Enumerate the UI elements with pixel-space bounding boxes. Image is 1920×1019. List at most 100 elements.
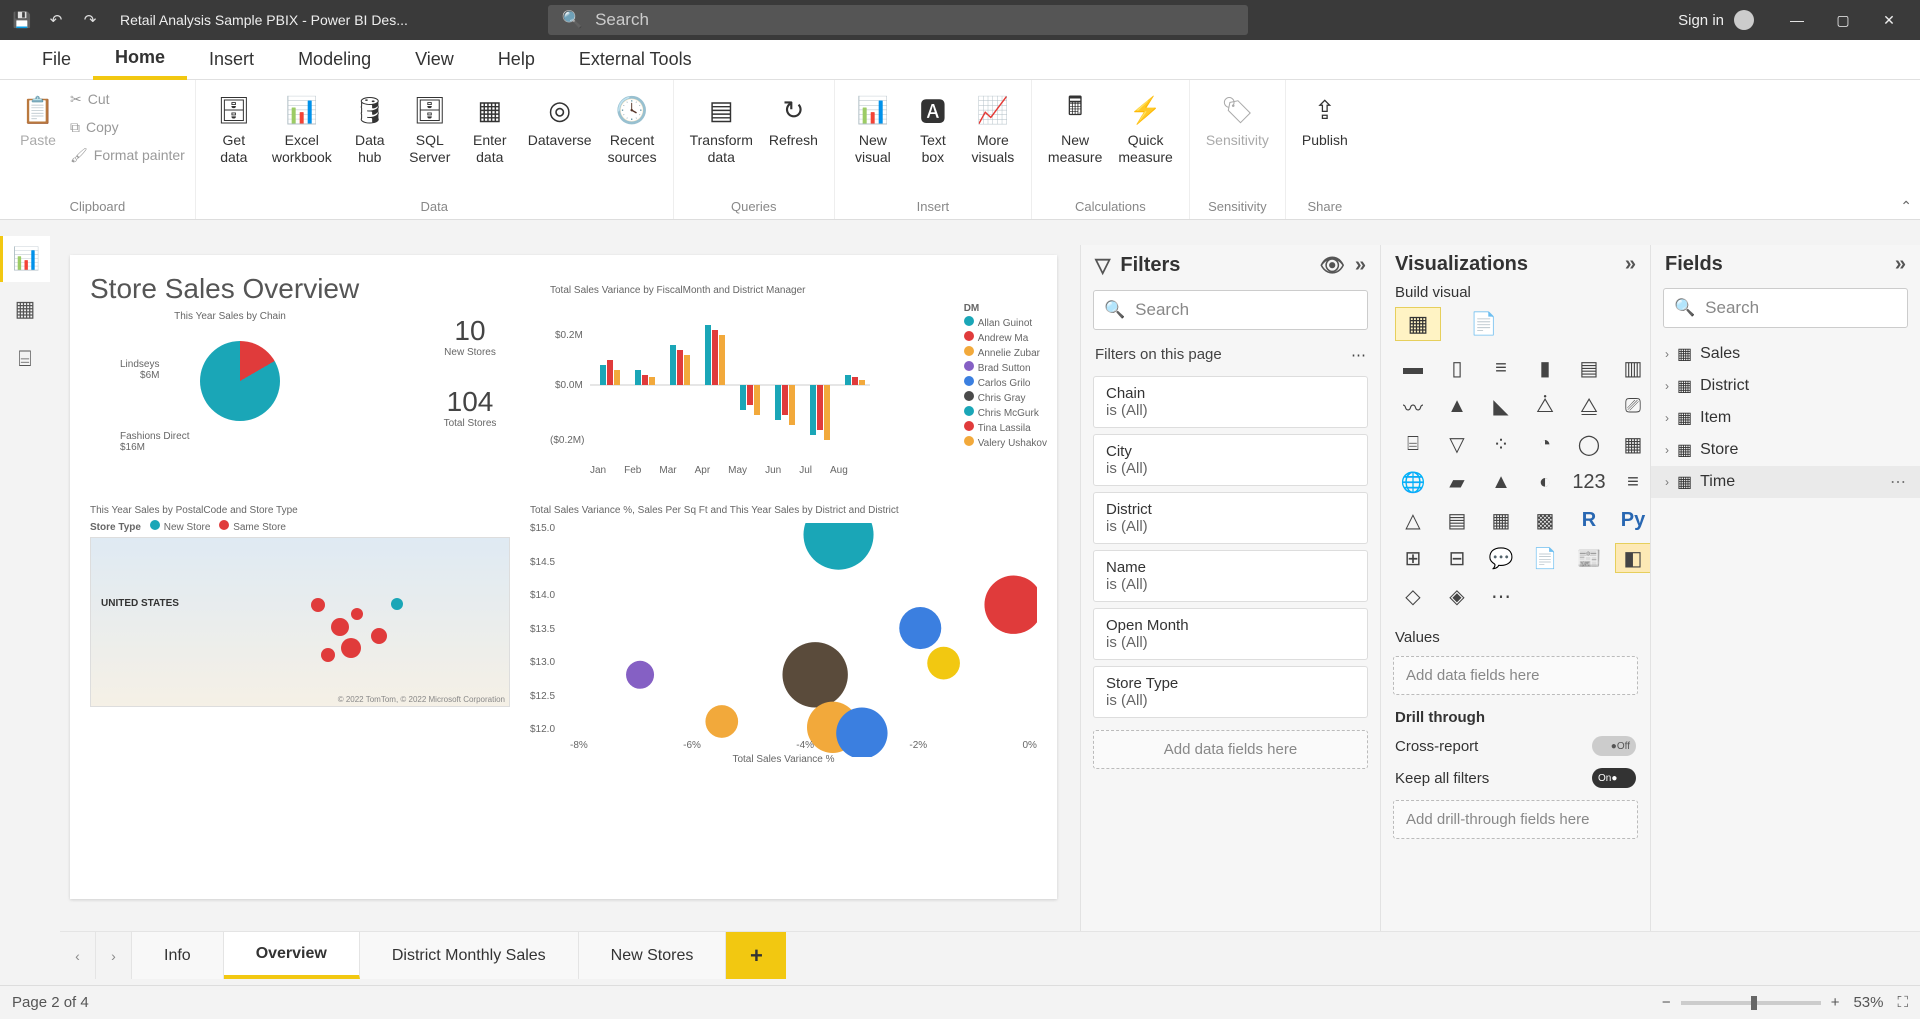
- viz-clustered-column[interactable]: ▮: [1527, 353, 1563, 383]
- zoom-out-button[interactable]: −: [1662, 994, 1671, 1011]
- paste-button[interactable]: 📋 Paste: [10, 88, 66, 153]
- viz-100-bar[interactable]: ▤: [1571, 353, 1607, 383]
- collapse-filters-icon[interactable]: »: [1355, 254, 1366, 277]
- page-tab-district[interactable]: District Monthly Sales: [360, 932, 579, 979]
- sensitivity-button[interactable]: 🏷Sensitivity: [1200, 88, 1275, 153]
- more-visuals-button[interactable]: 📈More visuals: [965, 88, 1021, 170]
- viz-power-apps[interactable]: ◧: [1615, 543, 1651, 573]
- bar-chart-visual[interactable]: Total Sales Variance by FiscalMonth and …: [550, 285, 1037, 485]
- save-icon[interactable]: 💾: [8, 6, 36, 34]
- drill-through-drop-zone[interactable]: Add drill-through fields here: [1393, 800, 1638, 839]
- viz-table[interactable]: ▦: [1483, 505, 1519, 535]
- page-tab-info[interactable]: Info: [132, 932, 224, 979]
- field-table-item[interactable]: ›▦Item: [1651, 402, 1920, 434]
- viz-key-influencers[interactable]: ⊞: [1395, 543, 1431, 573]
- viz-waterfall[interactable]: ⌸: [1395, 429, 1431, 459]
- title-search-box[interactable]: 🔍 Search: [548, 5, 1248, 35]
- data-hub-button[interactable]: 🛢Data hub: [342, 88, 398, 170]
- values-drop-zone[interactable]: Add data fields here: [1393, 656, 1638, 695]
- sign-in-button[interactable]: Sign in: [1678, 10, 1754, 30]
- data-view-button[interactable]: ▦: [0, 286, 50, 332]
- report-view-button[interactable]: 📊: [0, 236, 50, 282]
- viz-treemap[interactable]: ▦: [1615, 429, 1651, 459]
- scatter-visual[interactable]: Total Sales Variance %, Sales Per Sq Ft …: [530, 505, 1037, 765]
- map-visual[interactable]: This Year Sales by PostalCode and Store …: [90, 505, 510, 735]
- zoom-slider[interactable]: [1681, 1001, 1821, 1005]
- viz-decomposition[interactable]: ⊟: [1439, 543, 1475, 573]
- close-button[interactable]: ✕: [1866, 0, 1912, 40]
- model-view-button[interactable]: ⌸: [0, 336, 50, 382]
- viz-funnel[interactable]: ▽: [1439, 429, 1475, 459]
- collapse-fields-icon[interactable]: »: [1895, 253, 1906, 276]
- viz-custom2[interactable]: ◈: [1439, 581, 1475, 611]
- eye-icon[interactable]: 👁: [1319, 253, 1344, 278]
- filter-card-open-month[interactable]: Open Monthis (All): [1093, 608, 1368, 660]
- viz-gauge[interactable]: ◐: [1527, 467, 1563, 497]
- filter-card-district[interactable]: Districtis (All): [1093, 492, 1368, 544]
- filter-card-store-type[interactable]: Store Typeis (All): [1093, 666, 1368, 718]
- viz-map[interactable]: 🌐: [1395, 467, 1431, 497]
- viz-slicer[interactable]: ▤: [1439, 505, 1475, 535]
- tab-help[interactable]: Help: [476, 40, 557, 80]
- new-measure-button[interactable]: 🖩New measure: [1042, 88, 1108, 170]
- viz-azure-map[interactable]: ▲: [1483, 467, 1519, 497]
- tab-view[interactable]: View: [393, 40, 476, 80]
- tab-file[interactable]: File: [20, 40, 93, 80]
- excel-button[interactable]: 📊Excel workbook: [266, 88, 338, 170]
- tab-home[interactable]: Home: [93, 40, 187, 80]
- filters-section-menu-icon[interactable]: ⋯: [1351, 346, 1366, 364]
- build-visual-tab[interactable]: ▦: [1395, 307, 1441, 341]
- keep-filters-toggle[interactable]: On ●: [1592, 768, 1636, 788]
- enter-data-button[interactable]: ▦Enter data: [462, 88, 518, 170]
- viz-r[interactable]: R: [1571, 505, 1607, 535]
- viz-matrix[interactable]: ▩: [1527, 505, 1563, 535]
- viz-area[interactable]: ▲: [1439, 391, 1475, 421]
- fit-to-page-button[interactable]: ⛶: [1897, 994, 1908, 1011]
- refresh-button[interactable]: ↻Refresh: [763, 88, 824, 153]
- transform-data-button[interactable]: ▤Transform data: [684, 88, 759, 170]
- field-table-store[interactable]: ›▦Store: [1651, 434, 1920, 466]
- undo-icon[interactable]: ↶: [42, 6, 70, 34]
- viz-custom1[interactable]: ◇: [1395, 581, 1431, 611]
- viz-paginated[interactable]: 📰: [1571, 543, 1607, 573]
- viz-filled-map[interactable]: ▰: [1439, 467, 1475, 497]
- format-painter-button[interactable]: 🖌Format painter: [70, 144, 185, 166]
- field-table-sales[interactable]: ›▦Sales: [1651, 338, 1920, 370]
- dataverse-button[interactable]: ◎Dataverse: [522, 88, 598, 153]
- viz-stacked-column[interactable]: ▯: [1439, 353, 1475, 383]
- add-page-button[interactable]: +: [726, 932, 786, 979]
- text-box-button[interactable]: 🅰Text box: [905, 88, 961, 170]
- viz-more[interactable]: ⋯: [1483, 581, 1519, 611]
- tab-modeling[interactable]: Modeling: [276, 40, 393, 80]
- viz-pie[interactable]: ◔: [1527, 429, 1563, 459]
- prev-page-button[interactable]: ‹: [60, 932, 96, 979]
- viz-kpi[interactable]: △: [1395, 505, 1431, 535]
- collapse-viz-icon[interactable]: »: [1625, 253, 1636, 276]
- viz-card[interactable]: 123: [1571, 467, 1607, 497]
- fields-search[interactable]: 🔍 Search: [1663, 288, 1908, 328]
- report-canvas[interactable]: Store Sales Overview This Year Sales by …: [70, 255, 1057, 899]
- redo-icon[interactable]: ↷: [76, 6, 104, 34]
- get-data-button[interactable]: 🗄Get data: [206, 88, 262, 170]
- maximize-button[interactable]: ▢: [1820, 0, 1866, 40]
- minimize-button[interactable]: —: [1774, 0, 1820, 40]
- viz-scatter[interactable]: ⁘: [1483, 429, 1519, 459]
- viz-ribbon[interactable]: ⎚: [1615, 391, 1651, 421]
- viz-donut[interactable]: ◯: [1571, 429, 1607, 459]
- publish-button[interactable]: ⇪Publish: [1296, 88, 1354, 153]
- format-visual-tab[interactable]: 📄: [1461, 307, 1507, 341]
- filter-card-name[interactable]: Nameis (All): [1093, 550, 1368, 602]
- tab-insert[interactable]: Insert: [187, 40, 276, 80]
- next-page-button[interactable]: ›: [96, 932, 132, 979]
- viz-py[interactable]: Py: [1615, 505, 1651, 535]
- zoom-in-button[interactable]: +: [1831, 994, 1840, 1011]
- new-visual-button[interactable]: 📊New visual: [845, 88, 901, 170]
- quick-measure-button[interactable]: ⚡Quick measure: [1112, 88, 1178, 170]
- cross-report-toggle[interactable]: ● Off: [1592, 736, 1636, 756]
- collapse-ribbon-icon[interactable]: ⌃: [1900, 198, 1912, 215]
- copy-button[interactable]: ⧉Copy: [70, 116, 185, 138]
- viz-100-column[interactable]: ▥: [1615, 353, 1651, 383]
- filter-card-chain[interactable]: Chainis (All): [1093, 376, 1368, 428]
- viz-stacked-area[interactable]: ◣: [1483, 391, 1519, 421]
- viz-line-stacked[interactable]: ⧊: [1527, 391, 1563, 421]
